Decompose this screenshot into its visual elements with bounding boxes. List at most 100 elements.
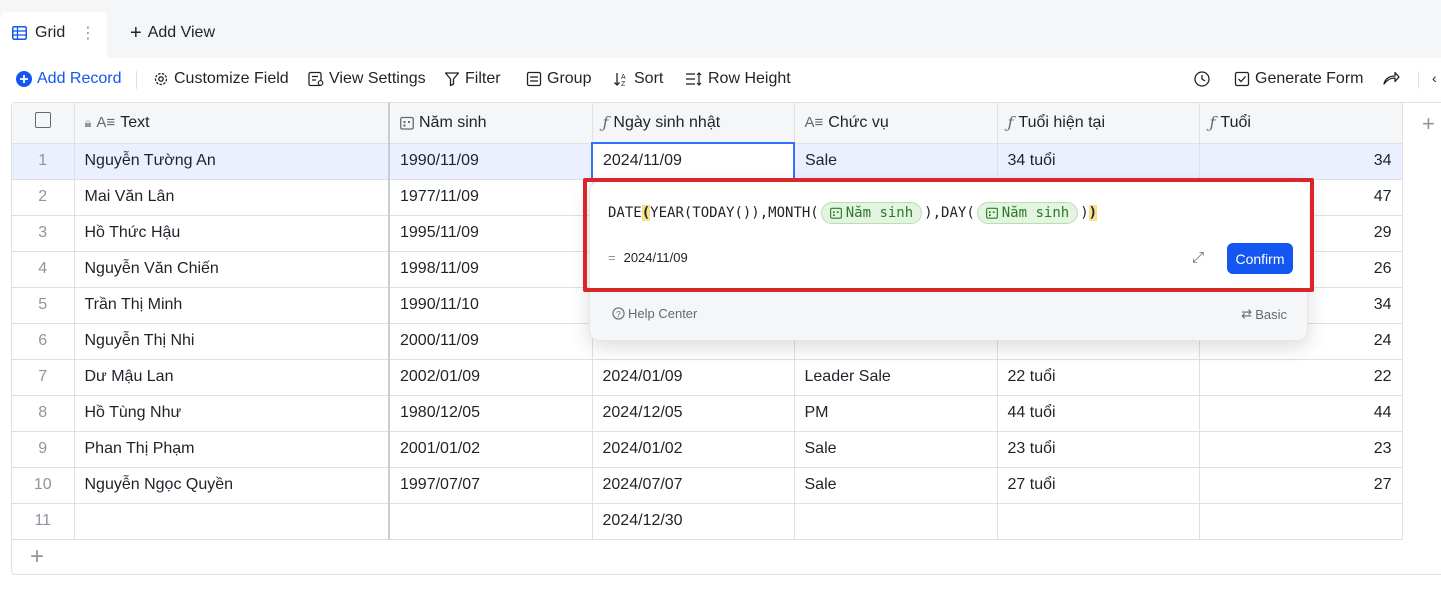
sort-icon: AZ <box>614 73 626 87</box>
cell-text[interactable]: Nguyễn Tường An <box>73 142 390 180</box>
row-number[interactable]: 11 <box>12 502 75 540</box>
cell-text[interactable]: Mai Văn Lân <box>73 178 390 216</box>
cell-nam-sinh[interactable]: 2000/11/09 <box>388 322 593 360</box>
cell-nam-sinh[interactable]: 1990/11/09 <box>388 142 593 180</box>
row-number[interactable]: 6 <box>12 322 75 360</box>
cell-ngay-sinh-nhat[interactable]: 2024/07/07 <box>591 466 795 504</box>
cell-text[interactable] <box>73 502 390 540</box>
column-header-chuc-vu[interactable]: A≡ Chức vụ <box>793 103 998 144</box>
cell-nam-sinh[interactable]: 1980/12/05 <box>388 394 593 432</box>
cell-chuc-vu[interactable]: Leader Sale <box>793 358 998 396</box>
customize-field-button[interactable]: Customize Field <box>153 70 289 88</box>
cell-tuoi[interactable] <box>1198 502 1403 540</box>
cell-tuoi[interactable]: 27 <box>1198 466 1403 504</box>
column-label: Chức vụ <box>828 113 889 131</box>
cell-text[interactable]: Hồ Tùng Như <box>73 394 390 432</box>
cell-nam-sinh[interactable]: 1995/11/09 <box>388 214 593 252</box>
cell-text[interactable]: Nguyễn Ngọc Quyền <box>73 466 390 504</box>
svg-text:Z: Z <box>621 81 626 87</box>
add-view-button[interactable]: + Add View <box>130 23 215 43</box>
view-tab-bar: Grid ⋮ + Add View <box>0 0 1441 58</box>
row-number[interactable]: 2 <box>12 178 75 216</box>
table-row[interactable]: 7 Dư Mậu Lan 2002/01/09 2024/01/09 Leader Sa… <box>12 358 1403 396</box>
add-record-button[interactable]: Add Record <box>16 70 122 88</box>
basic-mode-toggle[interactable]: ⇄ Basic <box>1241 306 1287 322</box>
cell-nam-sinh[interactable]: 1977/11/09 <box>388 178 593 216</box>
add-row-button[interactable]: + <box>30 543 44 571</box>
cell-ngay-sinh-nhat[interactable]: 2024/12/30 <box>591 502 795 540</box>
cell-tuoi-hien-tai[interactable]: 23 tuổi <box>996 430 1200 468</box>
cell-text[interactable]: Phan Thị Phạm <box>73 430 390 468</box>
cell-nam-sinh[interactable] <box>388 502 593 540</box>
column-header-nam-sinh[interactable]: Năm sinh <box>388 103 593 144</box>
cell-chuc-vu[interactable]: PM <box>793 394 998 432</box>
view-settings-icon <box>308 71 324 87</box>
cell-text[interactable]: Nguyễn Văn Chiến <box>73 250 390 288</box>
cell-nam-sinh[interactable]: 2002/01/09 <box>388 358 593 396</box>
cell-tuoi-hien-tai[interactable]: 27 tuổi <box>996 466 1200 504</box>
filter-button[interactable]: Filter <box>444 70 501 88</box>
cell-text[interactable]: Dư Mậu Lan <box>73 358 390 396</box>
table-row[interactable]: 1 Nguyễn Tường An 1990/11/09 2024/11/09 Sale… <box>12 142 1403 180</box>
tab-grid[interactable]: Grid ⋮ <box>0 12 107 58</box>
generate-form-button[interactable]: Generate Form <box>1234 70 1363 88</box>
row-height-button[interactable]: Row Height <box>685 70 791 88</box>
cell-text[interactable]: Trần Thị Minh <box>73 286 390 324</box>
table-row[interactable]: 10 Nguyễn Ngọc Quyền 1997/07/07 2024/07/07 S… <box>12 466 1403 504</box>
cell-ngay-sinh-nhat[interactable]: 2024/11/09 <box>591 142 795 180</box>
select-all-header[interactable] <box>12 103 75 144</box>
help-icon: ? <box>612 307 625 320</box>
table-row[interactable]: 11 2024/12/30 <box>12 502 1403 540</box>
cell-tuoi[interactable]: 23 <box>1198 430 1403 468</box>
row-number[interactable]: 4 <box>12 250 75 288</box>
cell-nam-sinh[interactable]: 1998/11/09 <box>388 250 593 288</box>
cell-text[interactable]: Hồ Thức Hậu <box>73 214 390 252</box>
row-number[interactable]: 1 <box>12 142 75 180</box>
cell-tuoi[interactable]: 44 <box>1198 394 1403 432</box>
row-number[interactable]: 10 <box>12 466 75 504</box>
form-icon <box>1234 71 1250 87</box>
view-settings-button[interactable]: View Settings <box>308 70 426 88</box>
cell-ngay-sinh-nhat[interactable]: 2024/01/09 <box>591 358 795 396</box>
cell-ngay-sinh-nhat[interactable]: 2024/01/02 <box>591 430 795 468</box>
add-column-button[interactable]: + <box>1422 111 1435 137</box>
cell-tuoi[interactable]: 34 <box>1198 142 1403 180</box>
cell-chuc-vu[interactable]: Sale <box>793 430 998 468</box>
column-header-tuoi[interactable]: ƒ Tuổi <box>1198 103 1403 144</box>
row-height-icon <box>686 72 702 86</box>
table-row[interactable]: 9 Phan Thị Phạm 2001/01/02 2024/01/02 Sale 23… <box>12 430 1403 468</box>
row-number[interactable]: 8 <box>12 394 75 432</box>
cell-chuc-vu[interactable] <box>793 502 998 540</box>
cell-nam-sinh[interactable]: 1997/07/07 <box>388 466 593 504</box>
group-icon <box>526 71 542 87</box>
cell-ngay-sinh-nhat[interactable]: 2024/12/05 <box>591 394 795 432</box>
row-number[interactable]: 7 <box>12 358 75 396</box>
cell-text[interactable]: Nguyễn Thị Nhi <box>73 322 390 360</box>
cell-chuc-vu[interactable]: Sale <box>793 466 998 504</box>
cell-tuoi-hien-tai[interactable] <box>996 502 1200 540</box>
cell-tuoi-hien-tai[interactable]: 22 tuổi <box>996 358 1200 396</box>
row-number[interactable]: 3 <box>12 214 75 252</box>
column-header-tuoi-hien-tai[interactable]: ƒ Tuổi hiện tại <box>996 103 1200 144</box>
cell-tuoi-hien-tai[interactable]: 44 tuổi <box>996 394 1200 432</box>
filter-icon <box>444 72 460 87</box>
cell-nam-sinh[interactable]: 2001/01/02 <box>388 430 593 468</box>
group-button[interactable]: Group <box>526 70 591 88</box>
column-header-ngay-sinh-nhat[interactable]: ƒ Ngày sinh nhật <box>591 103 795 144</box>
select-all-checkbox[interactable] <box>34 112 51 129</box>
column-header-text[interactable]: 🔒︎ A≡ Text <box>73 103 390 144</box>
add-view-label: Add View <box>147 24 215 41</box>
row-number[interactable]: 9 <box>12 430 75 468</box>
cell-chuc-vu[interactable]: Sale <box>793 142 998 180</box>
sort-button[interactable]: AZ Sort <box>613 70 663 88</box>
share-button[interactable] <box>1382 70 1400 86</box>
history-button[interactable] <box>1193 70 1211 88</box>
collapse-icon[interactable]: ‹ <box>1432 70 1437 86</box>
help-center-link[interactable]: ? Help Center <box>612 306 697 321</box>
cell-tuoi[interactable]: 22 <box>1198 358 1403 396</box>
cell-nam-sinh[interactable]: 1990/11/10 <box>388 286 593 324</box>
table-row[interactable]: 8 Hồ Tùng Như 1980/12/05 2024/12/05 PM 44 tuổ… <box>12 394 1403 432</box>
row-number[interactable]: 5 <box>12 286 75 324</box>
more-options-icon[interactable]: ⋮ <box>80 23 96 43</box>
cell-tuoi-hien-tai[interactable]: 34 tuổi <box>996 142 1200 180</box>
